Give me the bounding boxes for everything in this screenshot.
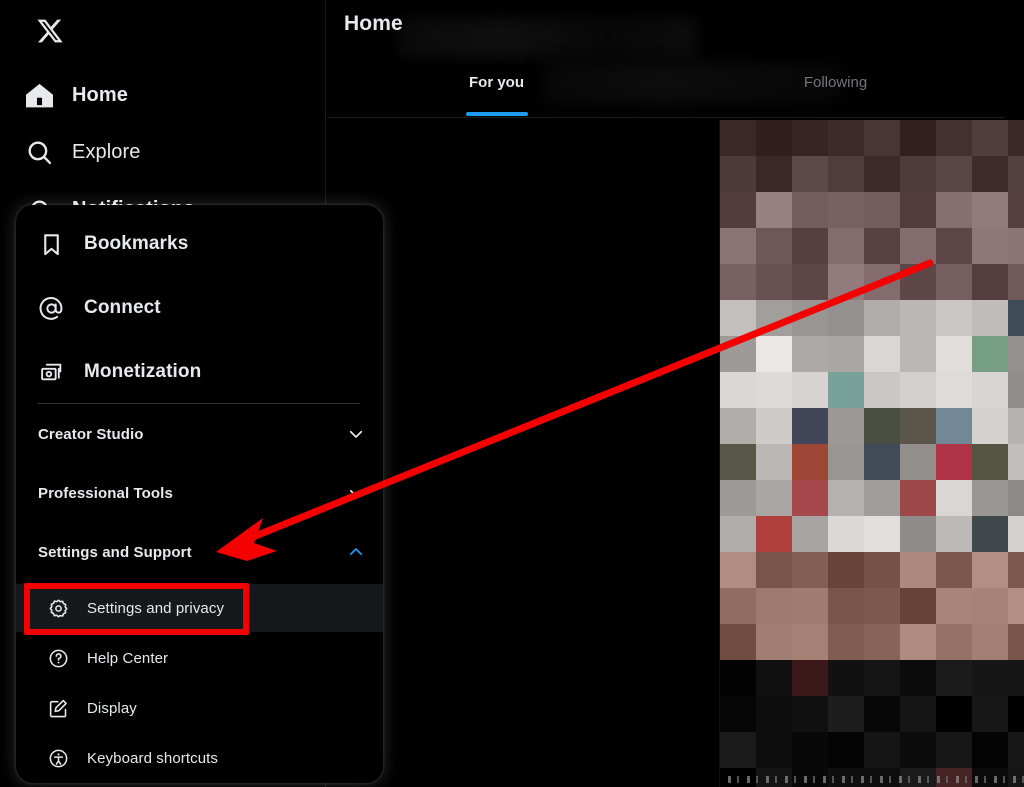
- menu-item-display[interactable]: Display: [16, 684, 383, 732]
- tab-label: For you: [469, 74, 524, 91]
- more-menu-dropdown: Bookmarks Connect Monetization Creator S…: [16, 205, 383, 783]
- chevron-up-icon: [347, 543, 365, 561]
- menu-item-settings-and-privacy[interactable]: Settings and privacy: [16, 584, 383, 632]
- menu-item-label: Help Center: [87, 649, 169, 667]
- gear-icon: [47, 597, 69, 619]
- edit-square-icon: [47, 697, 69, 719]
- banknote-icon: [38, 359, 64, 385]
- x-twitter-window: Home Explore Notifications Home: [0, 0, 1024, 787]
- menu-section-settings-and-support[interactable]: Settings and Support: [16, 529, 383, 575]
- menu-item-help-center[interactable]: Help Center: [16, 634, 383, 682]
- active-tab-underline: [465, 112, 528, 116]
- sidebar-item-explore[interactable]: Explore: [26, 127, 141, 177]
- main-header: Home For you Following: [327, 0, 1005, 118]
- menu-section-label: Settings and Support: [38, 543, 192, 561]
- sidebar-item-label: Home: [72, 83, 128, 106]
- menu-item-label: Bookmarks: [84, 233, 189, 254]
- question-circle-icon: [47, 647, 69, 669]
- chevron-down-icon: [347, 484, 365, 502]
- feed-tabs: For you Following: [327, 66, 1005, 118]
- x-logo-icon[interactable]: [33, 14, 67, 48]
- sidebar-item-home[interactable]: Home: [26, 70, 128, 120]
- tab-label: Following: [803, 74, 868, 91]
- menu-item-label: Display: [87, 699, 137, 717]
- menu-section-label: Creator Studio: [38, 425, 144, 443]
- tab-for-you[interactable]: For you: [327, 66, 666, 118]
- menu-item-label: Monetization: [84, 361, 202, 382]
- menu-item-keyboard-shortcuts[interactable]: Keyboard shortcuts: [16, 734, 383, 782]
- menu-item-bookmarks[interactable]: Bookmarks: [16, 215, 383, 273]
- chevron-down-icon: [347, 425, 365, 443]
- menu-section-label: Professional Tools: [38, 484, 173, 502]
- page-title: Home: [344, 12, 403, 35]
- home-icon: [26, 82, 53, 109]
- menu-item-label: Keyboard shortcuts: [87, 749, 219, 767]
- main-column: Home For you Following: [327, 0, 1024, 787]
- blurred-text-row: [728, 776, 1024, 783]
- menu-item-connect[interactable]: Connect: [16, 279, 383, 337]
- menu-divider: [38, 403, 360, 404]
- menu-item-monetization[interactable]: Monetization: [16, 343, 383, 401]
- pixelated-media-content: [719, 120, 1024, 787]
- tab-following[interactable]: Following: [666, 66, 1005, 118]
- sidebar-item-label: Explore: [72, 140, 141, 163]
- menu-section-creator-studio[interactable]: Creator Studio: [16, 411, 383, 457]
- menu-item-label: Settings and privacy: [87, 599, 225, 617]
- menu-section-professional-tools[interactable]: Professional Tools: [16, 470, 383, 516]
- bookmark-icon: [38, 231, 64, 257]
- menu-item-label: Connect: [84, 297, 161, 318]
- search-icon: [26, 139, 53, 166]
- accessibility-icon: [47, 747, 69, 769]
- blurred-header-content: [397, 18, 697, 58]
- at-sign-icon: [38, 295, 64, 321]
